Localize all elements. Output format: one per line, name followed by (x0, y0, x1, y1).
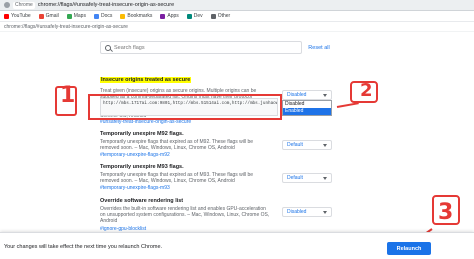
flag-select-m93[interactable]: Default (282, 173, 332, 183)
address-bar[interactable]: Chrome chrome://flags/#unsafely-treat-in… (0, 0, 474, 11)
bookmark-item[interactable]: Maps (66, 13, 86, 19)
flag-description: Temporarily unexpire flags that expired … (100, 139, 254, 152)
flag-select-m92[interactable]: Default (282, 140, 332, 150)
bookmark-label: Docs (100, 13, 113, 19)
flag-select-insecure-origins[interactable]: Disabled (282, 90, 332, 100)
flag-title: Override software rendering list (100, 198, 184, 204)
bookmark-item[interactable]: Other (210, 13, 231, 19)
bookmark-item[interactable]: Dev (186, 13, 203, 19)
flag-title: Insecure origins treated as secure (100, 77, 192, 83)
annotation-frame-two (350, 81, 378, 103)
annotation-frame-three (432, 195, 460, 225)
chrome-chip: Chrome (13, 1, 35, 9)
flag-title: Temporarily unexpire M93 flags. (100, 164, 184, 170)
flag-title: Temporarily unexpire M92 flags. (100, 131, 184, 137)
search-input[interactable] (114, 44, 294, 51)
relaunch-button[interactable]: Relaunch (387, 242, 431, 255)
search-box[interactable] (100, 41, 302, 54)
chevron-down-icon (323, 144, 327, 147)
bookmark-item[interactable]: YouTube (4, 13, 31, 19)
annotation-frame-one (55, 86, 77, 116)
reset-all-button[interactable]: Reset all (306, 42, 332, 53)
bookmark-label: Gmail (45, 13, 59, 19)
bookmark-label: Other (217, 13, 231, 19)
flag-anchor-link[interactable]: #ignore-gpu-blocklist (100, 226, 334, 232)
bookmark-label: Maps (73, 13, 86, 19)
flag-anchor-link[interactable]: #temporary-unexpire-flags-m93 (100, 185, 334, 191)
bookmark-favicon-icon (38, 13, 44, 19)
bookmark-favicon-icon (66, 13, 72, 19)
bookmark-favicon-icon (120, 13, 126, 19)
bookmark-label: Apps (167, 13, 179, 19)
flags-path-text: chrome://flags/#unsafely-treat-insecure-… (4, 24, 128, 30)
bookmark-item[interactable]: Apps (160, 13, 179, 19)
option-enabled[interactable]: Enabled (283, 108, 331, 115)
flag-anchor-link[interactable]: #temporary-unexpire-flags-m92 (100, 152, 334, 158)
flag-description: Temporarily unexpire flags that expired … (100, 172, 254, 185)
chevron-down-icon (323, 94, 327, 97)
option-disabled[interactable]: Disabled (283, 101, 331, 108)
select-value: Disabled (287, 92, 307, 98)
bookmark-favicon-icon (186, 13, 192, 19)
bookmark-label: YouTube (11, 13, 31, 19)
search-icon (105, 44, 111, 51)
select-value: Default (287, 175, 303, 181)
bookmark-favicon-icon (210, 13, 216, 19)
select-value: Default (287, 142, 303, 148)
flag-description: Overrides the built-in software renderin… (100, 206, 270, 225)
bookmark-favicon-icon (4, 13, 9, 19)
bookmark-favicon-icon (160, 13, 166, 19)
bookmark-label: Bookmarks (127, 13, 153, 19)
bookmark-item[interactable]: Bookmarks (120, 13, 152, 19)
annotation-arrow-two (336, 102, 359, 108)
bookmark-item[interactable]: Gmail (38, 13, 59, 19)
chevron-down-icon (323, 211, 327, 214)
site-info-icon[interactable] (4, 2, 10, 8)
url-text[interactable]: chrome://flags/#unsafely-treat-insecure-… (38, 2, 278, 8)
bookmarks-bar: YouTube Gmail Maps Docs Bookmarks Apps Dev Othe… (0, 11, 474, 22)
chevron-down-icon (323, 177, 327, 180)
select-dropdown[interactable]: Disabled Enabled (282, 100, 332, 116)
select-value: Disabled (287, 209, 307, 215)
relaunch-bar: Your changes will take effect the next t… (0, 232, 474, 259)
relaunch-message: Your changes will take effect the next t… (4, 244, 163, 250)
bookmark-favicon-icon (93, 13, 99, 19)
flag-select-software-rendering[interactable]: Disabled (282, 207, 332, 217)
flags-path-bar: chrome://flags/#unsafely-treat-insecure-… (0, 23, 474, 32)
bookmark-item[interactable]: Docs (93, 13, 113, 19)
bookmark-label: Dev (193, 13, 203, 19)
annotation-box-origins (88, 94, 282, 120)
